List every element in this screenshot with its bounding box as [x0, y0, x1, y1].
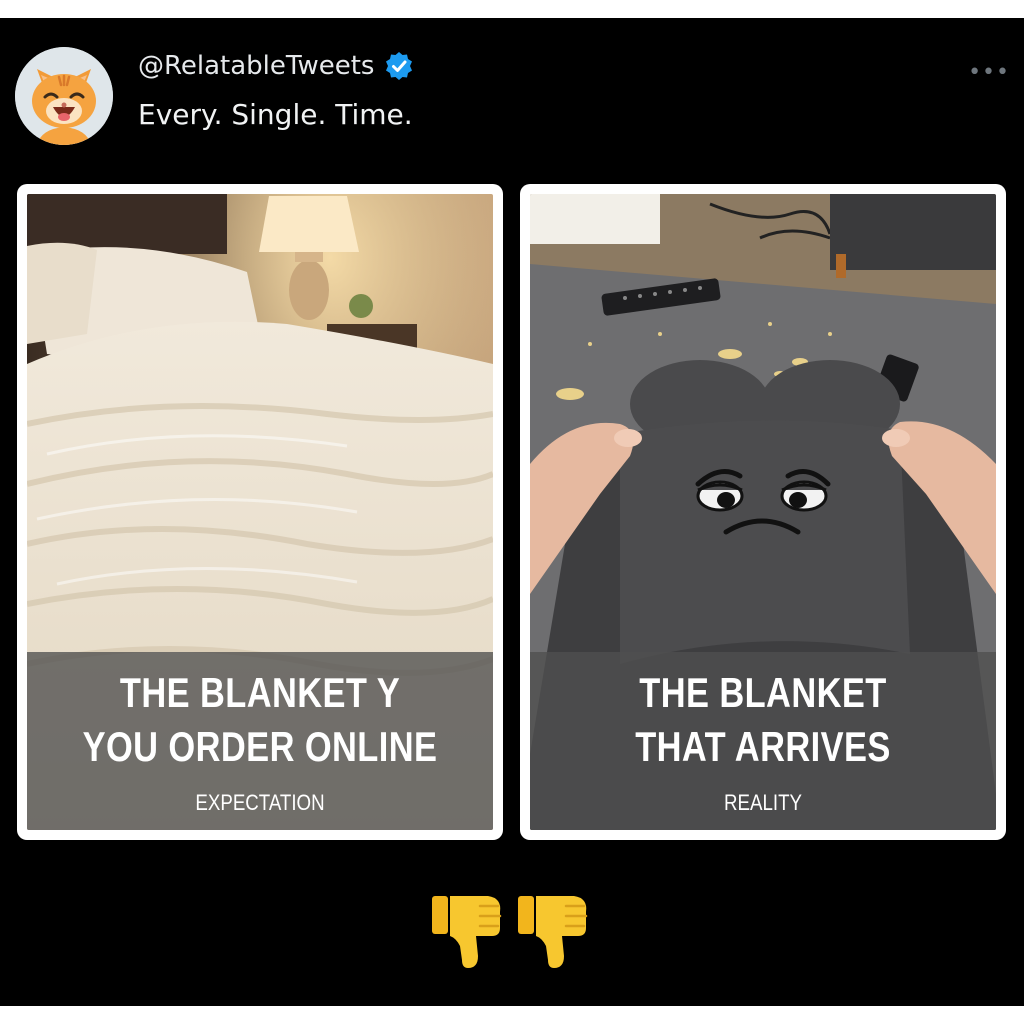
avatar[interactable] [15, 47, 113, 145]
author-handle[interactable]: @RelatableTweets [138, 51, 374, 81]
expectation-caption: THE BLANKET Y YOU ORDER ONLINE EXPECTATI… [27, 652, 493, 830]
more-options-icon[interactable]: ••• [968, 60, 1010, 85]
reality-title-line1: THE BLANKET [639, 669, 887, 716]
reality-label: REALITY [724, 790, 802, 815]
tweet-card: @RelatableTweets Every. Single. Time. ••… [0, 18, 1024, 1006]
author-row: @RelatableTweets [138, 51, 414, 81]
verified-badge-icon [386, 52, 413, 80]
reality-panel: THE BLANKET THAT ARRIVES REALITY [520, 184, 1006, 840]
reality-caption: THE BLANKET THAT ARRIVES REALITY [530, 652, 996, 830]
expectation-panel: THE BLANKET Y YOU ORDER ONLINE EXPECTATI… [17, 184, 503, 840]
expectation-title-line2: YOU ORDER ONLINE [82, 723, 438, 770]
reality-title-line2: THAT ARRIVES [635, 723, 891, 770]
thumbs-down-icon[interactable] [430, 890, 506, 970]
cat-avatar-icon [15, 47, 113, 145]
thumbs-down-icon[interactable] [516, 890, 592, 970]
expectation-label: EXPECTATION [195, 790, 325, 815]
expectation-title-line1: THE BLANKET Y [119, 669, 401, 716]
reality-photo[interactable]: THE BLANKET THAT ARRIVES REALITY [530, 194, 996, 830]
expectation-photo[interactable]: THE BLANKET Y YOU ORDER ONLINE EXPECTATI… [27, 194, 493, 830]
tweet-text: Every. Single. Time. [138, 98, 413, 131]
reactions [430, 890, 592, 970]
